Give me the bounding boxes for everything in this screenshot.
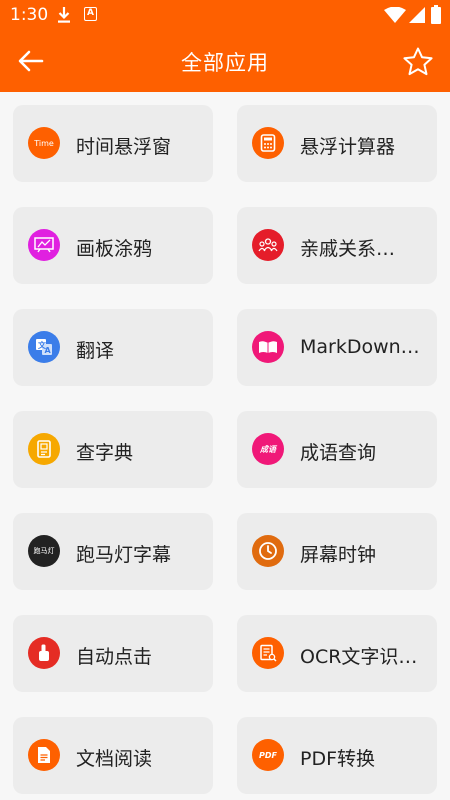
status-bar: 1:30 A <box>0 0 450 30</box>
relatives-icon <box>252 229 284 261</box>
ocr-icon <box>252 637 284 669</box>
signal-icon <box>409 7 425 23</box>
markdown-book-icon <box>252 331 284 363</box>
app-card-auto-click[interactable]: 自动点击 <box>13 615 213 692</box>
nav-bar: 全部应用 <box>0 30 450 92</box>
a-notification-icon: A <box>84 7 97 21</box>
marquee-icon: 跑马灯 <box>28 535 60 567</box>
app-label: 自动点击 <box>76 646 153 668</box>
page-title: 全部应用 <box>181 51 269 75</box>
app-label: 文档阅读 <box>76 748 153 770</box>
app-card-ocr[interactable]: OCR文字识… <box>237 615 437 692</box>
battery-icon <box>431 5 441 24</box>
app-label: 查字典 <box>76 442 134 464</box>
app-card-marquee[interactable]: 跑马灯 跑马灯字幕 <box>13 513 213 590</box>
time-icon: Time <box>28 127 60 159</box>
app-label: 屏幕时钟 <box>300 544 377 566</box>
app-label: PDF转换 <box>300 748 376 770</box>
favorite-button[interactable] <box>398 42 438 82</box>
app-label: 跑马灯字幕 <box>76 544 172 566</box>
app-label: 翻译 <box>76 340 115 362</box>
app-card-pdf-convert[interactable]: PDF PDF转换 <box>237 717 437 794</box>
app-card-screen-clock[interactable]: 屏幕时钟 <box>237 513 437 590</box>
clock-icon <box>252 535 284 567</box>
dictionary-icon <box>28 433 60 465</box>
translate-icon: 文 A <box>28 331 60 363</box>
drawing-board-icon <box>28 229 60 261</box>
document-icon <box>28 739 60 771</box>
app-card-dictionary[interactable]: 查字典 <box>13 411 213 488</box>
app-label: MarkDown… <box>300 336 420 358</box>
app-card-idiom[interactable]: 成语 成语查询 <box>237 411 437 488</box>
app-card-translate[interactable]: 文 A 翻译 <box>13 309 213 386</box>
app-card-time-float[interactable]: Time 时间悬浮窗 <box>13 105 213 182</box>
app-card-drawing-board[interactable]: 画板涂鸦 <box>13 207 213 284</box>
app-label: 时间悬浮窗 <box>76 136 172 158</box>
app-label: OCR文字识… <box>300 646 418 668</box>
auto-click-icon <box>28 637 60 669</box>
app-card-markdown[interactable]: MarkDown… <box>237 309 437 386</box>
app-label: 画板涂鸦 <box>76 238 153 260</box>
app-header: 1:30 A 全部应用 <box>0 0 450 92</box>
status-time: 1:30 <box>10 5 49 25</box>
app-label: 成语查询 <box>300 442 377 464</box>
calculator-icon <box>252 127 284 159</box>
app-card-relatives[interactable]: 亲戚关系… <box>237 207 437 284</box>
app-label: 悬浮计算器 <box>300 136 396 158</box>
wifi-icon <box>384 7 406 23</box>
idiom-icon: 成语 <box>252 433 284 465</box>
download-icon <box>58 7 70 23</box>
pdf-icon: PDF <box>252 739 284 771</box>
star-outline-icon <box>403 47 433 76</box>
app-card-document-reader[interactable]: 文档阅读 <box>13 717 213 794</box>
app-card-float-calculator[interactable]: 悬浮计算器 <box>237 105 437 182</box>
app-label: 亲戚关系… <box>300 238 396 260</box>
svg-text:A: A <box>45 346 52 355</box>
